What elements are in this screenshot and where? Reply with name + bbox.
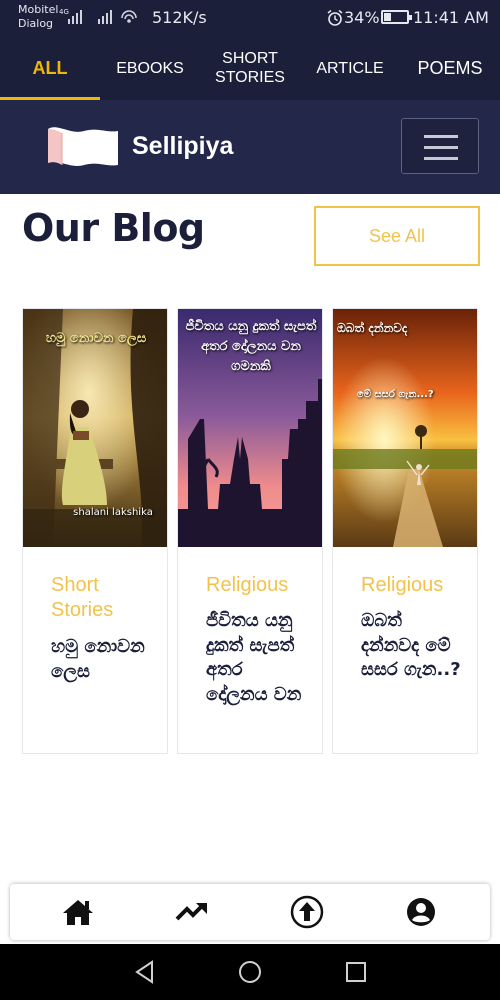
carrier-2: Dialog bbox=[18, 17, 54, 30]
home-circle-icon[interactable] bbox=[236, 958, 264, 986]
battery-percent: 34% bbox=[344, 8, 380, 27]
signal-strength-2-icon bbox=[98, 10, 112, 24]
alarm-icon bbox=[327, 9, 343, 26]
card-category[interactable]: Short Stories bbox=[51, 573, 161, 623]
menu-line bbox=[424, 135, 458, 138]
upload-icon[interactable] bbox=[289, 894, 325, 930]
image-subcaption: මේ සසර ගැන...? bbox=[357, 389, 434, 400]
blog-card[interactable]: ජීවිතය යනු දුකත් සැපත් අතර දෝලනය වන ගමනක… bbox=[177, 308, 323, 754]
menu-line bbox=[424, 157, 458, 160]
page-title: Our Blog bbox=[22, 206, 205, 250]
hotspot-icon bbox=[121, 10, 137, 23]
blog-card-image[interactable]: ඔබත් දන්නවද මේ සසර ගැන...? bbox=[333, 309, 477, 547]
tab-poems[interactable]: POEMS bbox=[400, 36, 500, 100]
sellipiya-logo-icon[interactable] bbox=[44, 121, 122, 177]
tab-article[interactable]: ARTICLE bbox=[300, 36, 400, 100]
image-author: shalani lakshika bbox=[73, 507, 153, 518]
clock: 11:41 AM bbox=[413, 8, 489, 27]
home-icon[interactable] bbox=[60, 894, 96, 930]
back-icon[interactable] bbox=[131, 958, 159, 986]
bottom-navigation bbox=[10, 884, 490, 940]
account-icon[interactable] bbox=[403, 894, 439, 930]
card-category[interactable]: Religious bbox=[361, 573, 471, 598]
blog-card[interactable]: ඔබත් දන්නවද මේ සසර ගැන...? Religious ඔබත… bbox=[332, 308, 478, 754]
tab-ebooks[interactable]: EBOOKS bbox=[100, 36, 200, 100]
card-title[interactable]: ජීවිතය යනු දුකත් සැපත් අතර දෝලනය වන bbox=[206, 609, 306, 707]
carrier-names: Mobitel Dialog bbox=[18, 3, 58, 31]
card-category[interactable]: Religious bbox=[206, 573, 316, 598]
card-title[interactable]: හමු නොවන ලෙස bbox=[51, 635, 151, 684]
image-caption: ජීවිතය යනු දුකත් සැපත් අතර දෝලනය වන ගමනක… bbox=[185, 319, 317, 374]
battery-icon bbox=[381, 10, 412, 24]
status-bar: Mobitel Dialog 4G 512K/s 34% 11:41 AM bbox=[0, 0, 500, 36]
logo-text[interactable]: Sellipiya bbox=[132, 132, 233, 161]
hamburger-menu-button[interactable] bbox=[401, 118, 479, 174]
blog-card-image[interactable]: හමු නොවන ලෙස shalani lakshika bbox=[23, 309, 167, 547]
see-all-button[interactable]: See All bbox=[314, 206, 480, 266]
tab-short-stories[interactable]: SHORT STORIES bbox=[200, 36, 300, 100]
category-tabs: ALL EBOOKS SHORT STORIES ARTICLE POEMS bbox=[0, 36, 500, 100]
network-speed: 512K/s bbox=[152, 8, 207, 27]
menu-line bbox=[424, 146, 458, 149]
carrier-1: Mobitel bbox=[18, 3, 59, 16]
blog-card-image[interactable]: ජීවිතය යනු දුකත් සැපත් අතර දෝලනය වන ගමනක… bbox=[178, 309, 322, 547]
card-title[interactable]: ඔබත් දන්නවද මේ සසර ගැන..? bbox=[361, 609, 461, 683]
trending-icon[interactable] bbox=[174, 894, 210, 930]
recents-icon[interactable] bbox=[342, 958, 370, 986]
signal-strength-icon bbox=[68, 10, 82, 24]
tab-all[interactable]: ALL bbox=[0, 36, 100, 100]
blog-card[interactable]: හමු නොවන ලෙස shalani lakshika Short Stor… bbox=[22, 308, 168, 754]
image-caption: ඔබත් දන්නවද bbox=[337, 321, 408, 335]
image-caption: හමු නොවන ලෙස bbox=[45, 331, 147, 346]
system-navigation-bar bbox=[0, 944, 500, 1000]
